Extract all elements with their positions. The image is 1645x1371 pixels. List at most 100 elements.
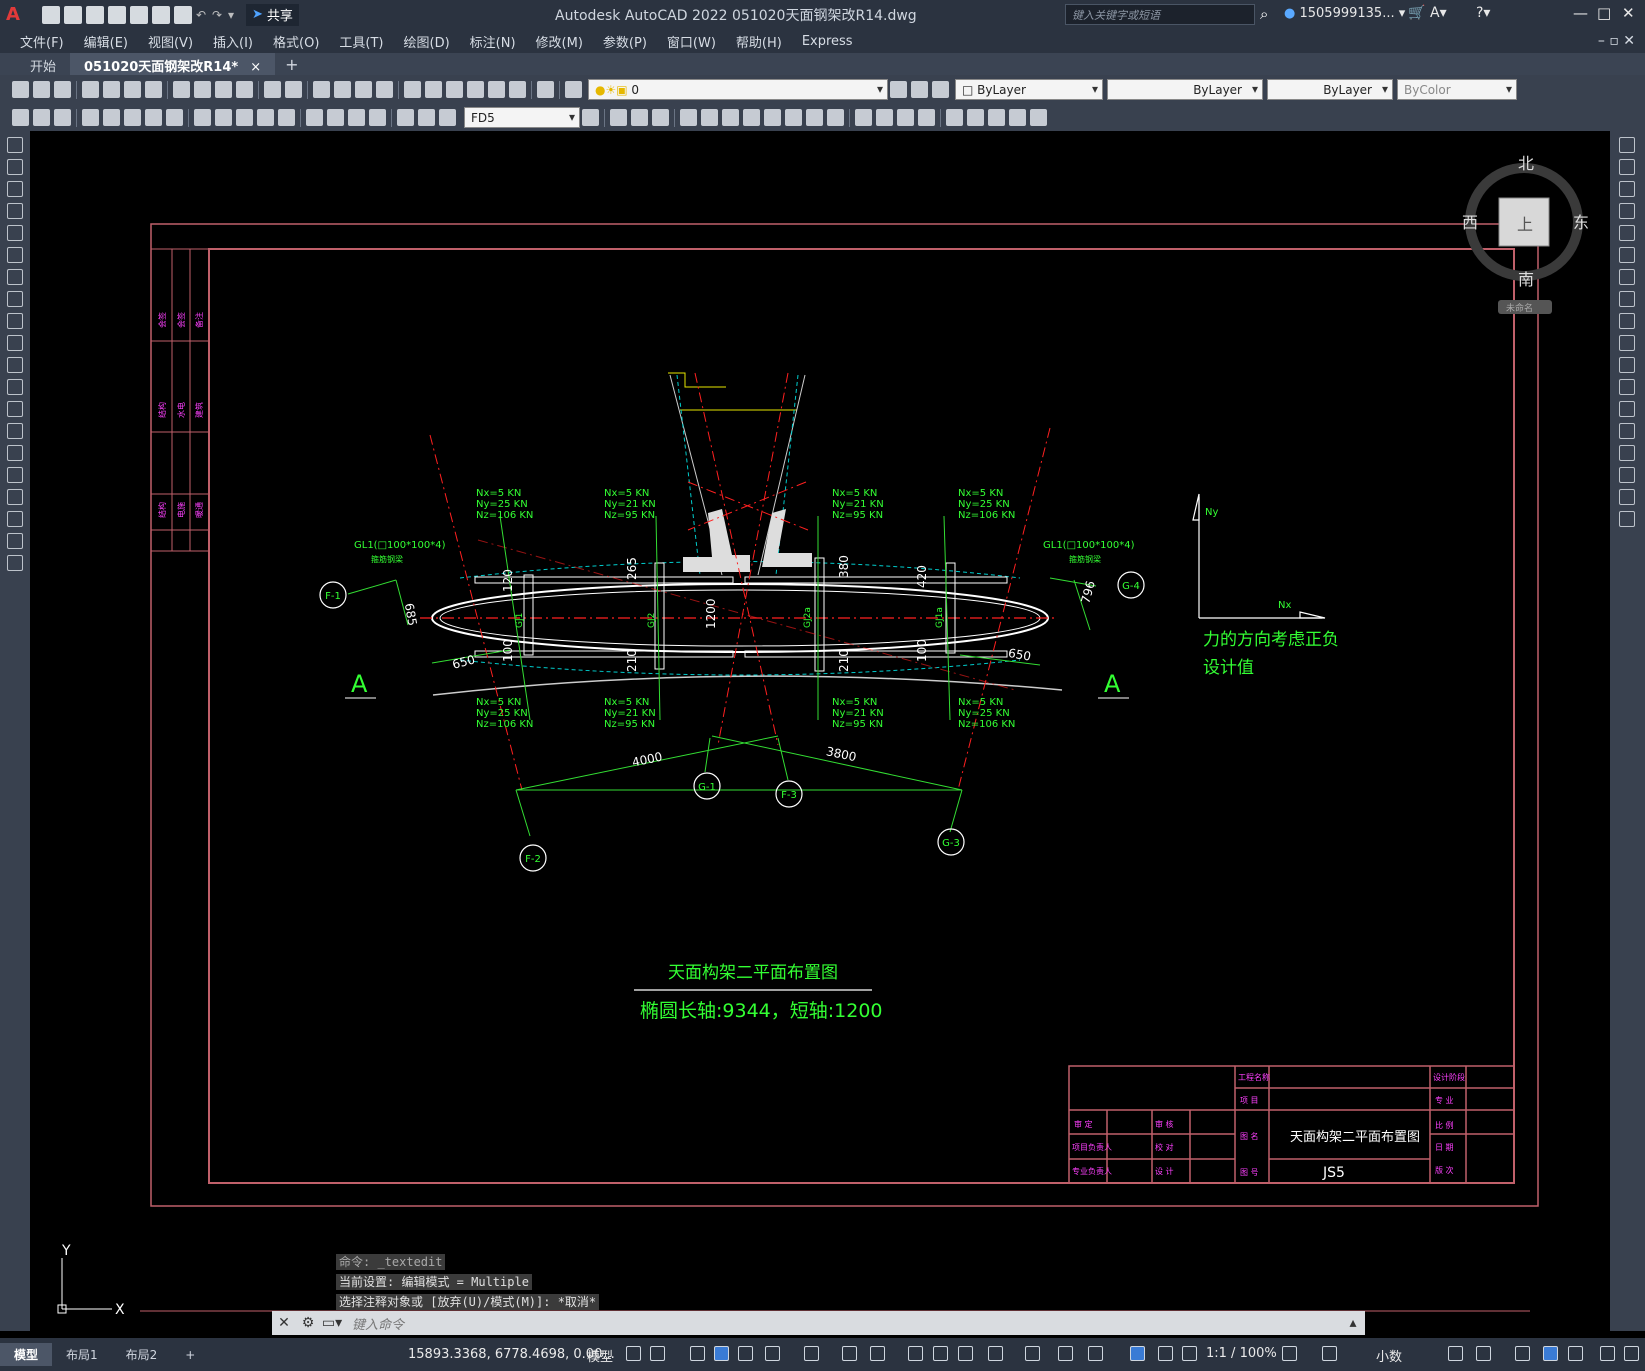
osnap-icon[interactable] [870,1346,885,1361]
dimstyle-icon[interactable] [582,109,599,126]
dim-text-edit-icon[interactable] [418,109,435,126]
polygon-icon[interactable] [7,203,23,219]
solid-9-icon[interactable] [1030,109,1047,126]
annotation-visibility-icon[interactable] [1130,1346,1145,1361]
modify-10-icon[interactable] [806,109,823,126]
command-scroll-icon[interactable]: ▴ [1341,1315,1365,1331]
help-icon[interactable]: ?▾ [1476,5,1490,21]
plot-preview-icon[interactable] [103,81,120,98]
tab-close-icon[interactable]: × [250,60,261,75]
dynamic-input-icon[interactable] [714,1346,729,1361]
undo-icon[interactable] [264,81,281,98]
osnap-tracking-icon[interactable] [842,1346,857,1361]
3d-osnap-icon[interactable] [988,1346,1003,1361]
new-icon[interactable] [42,5,60,24]
compass-west[interactable]: 西 [1462,213,1478,232]
modify-1-icon[interactable] [610,109,627,126]
solid-2-icon[interactable] [876,109,893,126]
compass-north[interactable]: 北 [1518,154,1534,173]
tolerance-icon[interactable] [306,109,323,126]
calculator-icon[interactable] [509,81,526,98]
polar-icon[interactable] [765,1346,780,1361]
tab-drawing[interactable]: 051020天面钢架改R14* × [70,53,276,75]
menu-edit[interactable]: 编辑(E) [74,32,138,51]
arc-length-icon[interactable] [54,109,71,126]
modify-11-icon[interactable] [827,109,844,126]
extend-icon[interactable] [1619,357,1635,373]
grid-icon[interactable] [626,1346,641,1361]
minimize-icon[interactable]: — [1573,4,1588,22]
search-input[interactable]: 键入关键字或短语 [1065,4,1255,25]
share-button[interactable]: ➤ 共享 [246,3,299,26]
jogged-linear-icon[interactable] [369,109,386,126]
menu-file[interactable]: 文件(F) [10,32,74,51]
continue-dim-icon[interactable] [236,109,253,126]
layer-properties-icon[interactable] [565,81,582,98]
ucs-dynamic-icon[interactable] [1058,1346,1073,1361]
menu-window[interactable]: 窗口(W) [657,32,726,51]
annotation-monitor-icon[interactable] [1088,1346,1103,1361]
tool-palettes-icon[interactable] [446,81,463,98]
save-icon[interactable] [86,5,104,24]
match-properties-icon[interactable] [236,81,253,98]
hatch-icon[interactable] [7,445,23,461]
dimstyle-dropdown[interactable]: FD5 [464,107,580,128]
open-icon[interactable] [64,5,82,24]
cart-icon[interactable]: 🛒 [1408,5,1425,21]
solid-7-icon[interactable] [988,109,1005,126]
tab-layout1[interactable]: 布局1 [52,1343,112,1366]
doc-window-controls[interactable]: – ▫ ✕ [1588,33,1645,49]
isolate-objects-icon[interactable] [1515,1346,1530,1361]
compass-south[interactable]: 南 [1518,270,1534,289]
customization-icon[interactable] [1600,1346,1615,1361]
close-icon[interactable]: ✕ [1622,4,1635,22]
clean-screen-icon[interactable] [1568,1346,1583,1361]
break-icon[interactable] [1619,401,1635,417]
help-icon[interactable] [537,81,554,98]
aligned-dim-icon[interactable] [33,109,50,126]
revcloud-icon[interactable] [7,291,23,307]
plot-icon[interactable] [82,81,99,98]
status-menu-icon[interactable] [1624,1346,1639,1361]
design-center-icon[interactable] [425,81,442,98]
infer-constraints-icon[interactable] [690,1346,705,1361]
menu-tools[interactable]: 工具(T) [329,32,393,51]
make-block-icon[interactable] [7,401,23,417]
solid-5-icon[interactable] [946,109,963,126]
jogged-dim-icon[interactable] [124,109,141,126]
arc-icon[interactable] [7,247,23,263]
mtext-icon[interactable] [7,533,23,549]
autodesk-app-icon[interactable]: A▾ [1430,5,1447,21]
quick-properties-icon[interactable] [1448,1346,1463,1361]
paste-icon[interactable] [215,81,232,98]
diameter-dim-icon[interactable] [145,109,162,126]
model-space-button[interactable]: 模型 [587,1346,613,1365]
maximize-icon[interactable]: □ [1597,4,1611,22]
command-recent-icon[interactable]: ▭▾ [320,1315,344,1331]
solid-8-icon[interactable] [1009,109,1026,126]
modify-7-icon[interactable] [743,109,760,126]
dim-update-icon[interactable] [439,109,456,126]
add-selected-icon[interactable] [7,555,23,571]
new-tab-button[interactable]: + [275,53,308,75]
workspace-icon[interactable] [1282,1346,1297,1361]
add-layout-button[interactable]: + [171,1345,209,1365]
move-icon[interactable] [1619,247,1635,263]
gizmo-icon[interactable] [1025,1346,1040,1361]
save-web-icon[interactable] [152,5,170,24]
ellipse-icon[interactable] [7,335,23,351]
drawing-canvas[interactable]: 会签 会签 备注 结构 水电 建筑 结构 电施 暖通 工程名称 项 目 图 名 … [30,131,1610,1341]
erase-icon[interactable] [1619,137,1635,153]
point-icon[interactable] [7,423,23,439]
baseline-dim-icon[interactable] [215,109,232,126]
zoom-realtime-icon[interactable] [334,81,351,98]
snap-icon[interactable] [650,1346,665,1361]
lock-ui-icon[interactable] [1476,1346,1491,1361]
publish-icon[interactable] [124,81,141,98]
line-icon[interactable] [7,137,23,153]
color-dropdown[interactable]: □ ByLayer [955,79,1103,100]
modify-3-icon[interactable] [652,109,669,126]
viewcube[interactable]: 北 南 东 西 上 未命名 [1462,150,1589,330]
cut-icon[interactable] [173,81,190,98]
menu-draw[interactable]: 绘图(D) [394,32,460,51]
